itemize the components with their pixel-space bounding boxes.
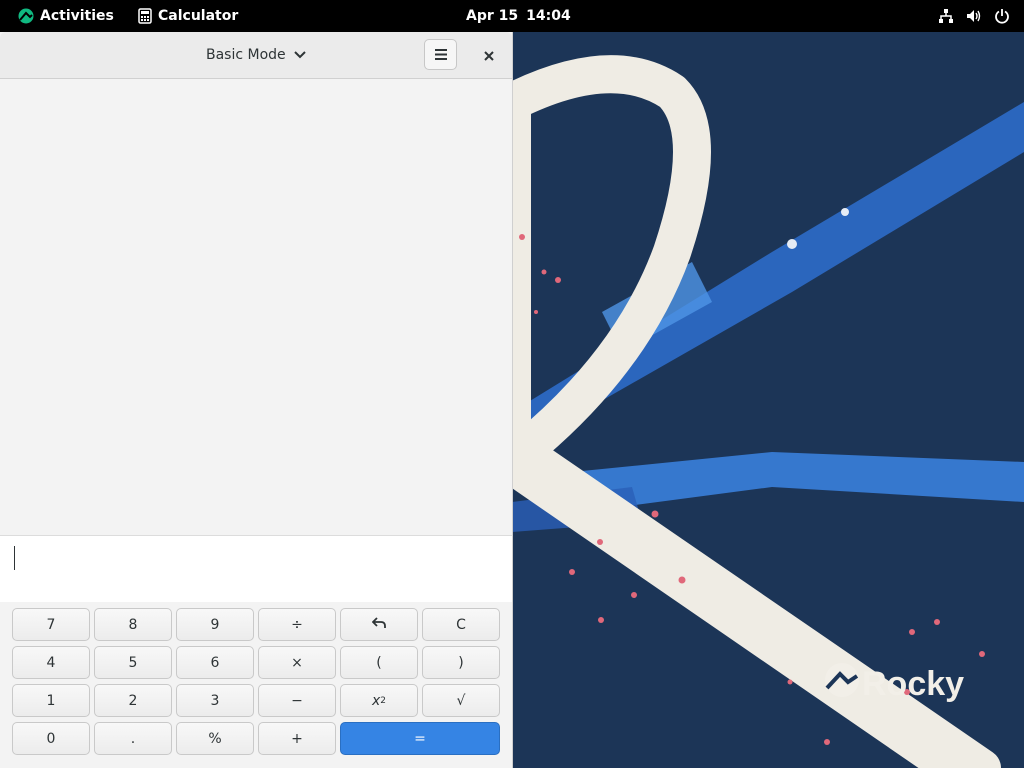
key-clear[interactable]: C bbox=[422, 608, 500, 641]
close-button[interactable] bbox=[476, 42, 502, 68]
key-8[interactable]: 8 bbox=[94, 608, 172, 641]
text-cursor bbox=[14, 546, 15, 570]
key-3[interactable]: 3 bbox=[176, 684, 254, 717]
app-menu[interactable]: Calculator bbox=[138, 0, 238, 32]
activities-button[interactable]: Activities bbox=[18, 0, 114, 32]
desktop-wallpaper: Rocky bbox=[512, 32, 1024, 768]
key-0[interactable]: 0 bbox=[12, 722, 90, 755]
mode-label: Basic Mode bbox=[206, 47, 286, 63]
key-square[interactable]: x2 bbox=[340, 684, 418, 717]
clock[interactable]: Apr 15 14:04 bbox=[466, 0, 571, 32]
square-exponent: 2 bbox=[380, 695, 387, 706]
history-area bbox=[0, 79, 512, 535]
key-decimal[interactable]: . bbox=[94, 722, 172, 755]
main-menu-button[interactable] bbox=[424, 39, 457, 70]
key-percent[interactable]: % bbox=[176, 722, 254, 755]
activities-label: Activities bbox=[40, 8, 114, 24]
key-sqrt[interactable]: √ bbox=[422, 684, 500, 717]
calculator-window: Basic Mode 7 8 9 ÷ C 4 5 6 × () 1 2 3 −… bbox=[0, 32, 513, 768]
rocky-mark-icon bbox=[824, 662, 860, 707]
key-5[interactable]: 5 bbox=[94, 646, 172, 679]
clock-time: 14:04 bbox=[526, 8, 571, 24]
close-icon bbox=[484, 46, 494, 65]
key-2[interactable]: 2 bbox=[94, 684, 172, 717]
top-bar: Activities Calculator Apr 15 14:04 bbox=[0, 0, 1024, 32]
key-backspace[interactable] bbox=[340, 608, 418, 641]
key-9[interactable]: 9 bbox=[176, 608, 254, 641]
rocky-brand-logo: Rocky bbox=[824, 662, 964, 707]
key-add[interactable]: + bbox=[258, 722, 336, 755]
mode-selector[interactable]: Basic Mode bbox=[206, 32, 306, 78]
key-close-paren[interactable]: ) bbox=[422, 646, 500, 679]
wallpaper-artwork bbox=[512, 55, 1024, 768]
key-7[interactable]: 7 bbox=[12, 608, 90, 641]
network-icon bbox=[938, 8, 954, 24]
header-bar: Basic Mode bbox=[0, 32, 512, 79]
key-subtract[interactable]: − bbox=[258, 684, 336, 717]
hamburger-icon bbox=[434, 45, 447, 64]
keypad: 7 8 9 ÷ C 4 5 6 × ( ) 1 2 3 − x2 √ 0 . %… bbox=[0, 602, 512, 768]
key-1[interactable]: 1 bbox=[12, 684, 90, 717]
key-4[interactable]: 4 bbox=[12, 646, 90, 679]
power-icon bbox=[994, 8, 1010, 24]
key-open-paren[interactable]: ( bbox=[340, 646, 418, 679]
key-6[interactable]: 6 bbox=[176, 646, 254, 679]
calculator-icon bbox=[138, 8, 152, 24]
expression-input[interactable] bbox=[0, 535, 512, 603]
chevron-down-icon bbox=[293, 47, 306, 63]
undo-arrow-icon bbox=[371, 616, 386, 633]
volume-icon bbox=[966, 8, 982, 24]
system-tray[interactable] bbox=[938, 0, 1010, 32]
key-equals[interactable]: = bbox=[340, 722, 500, 755]
rocky-brand-text: Rocky bbox=[862, 665, 965, 703]
rocky-logo-icon bbox=[18, 8, 34, 24]
key-divide[interactable]: ÷ bbox=[258, 608, 336, 641]
app-menu-label: Calculator bbox=[158, 8, 239, 24]
key-multiply[interactable]: × bbox=[258, 646, 336, 679]
square-base: x bbox=[371, 692, 381, 709]
clock-date: Apr 15 bbox=[466, 8, 519, 24]
